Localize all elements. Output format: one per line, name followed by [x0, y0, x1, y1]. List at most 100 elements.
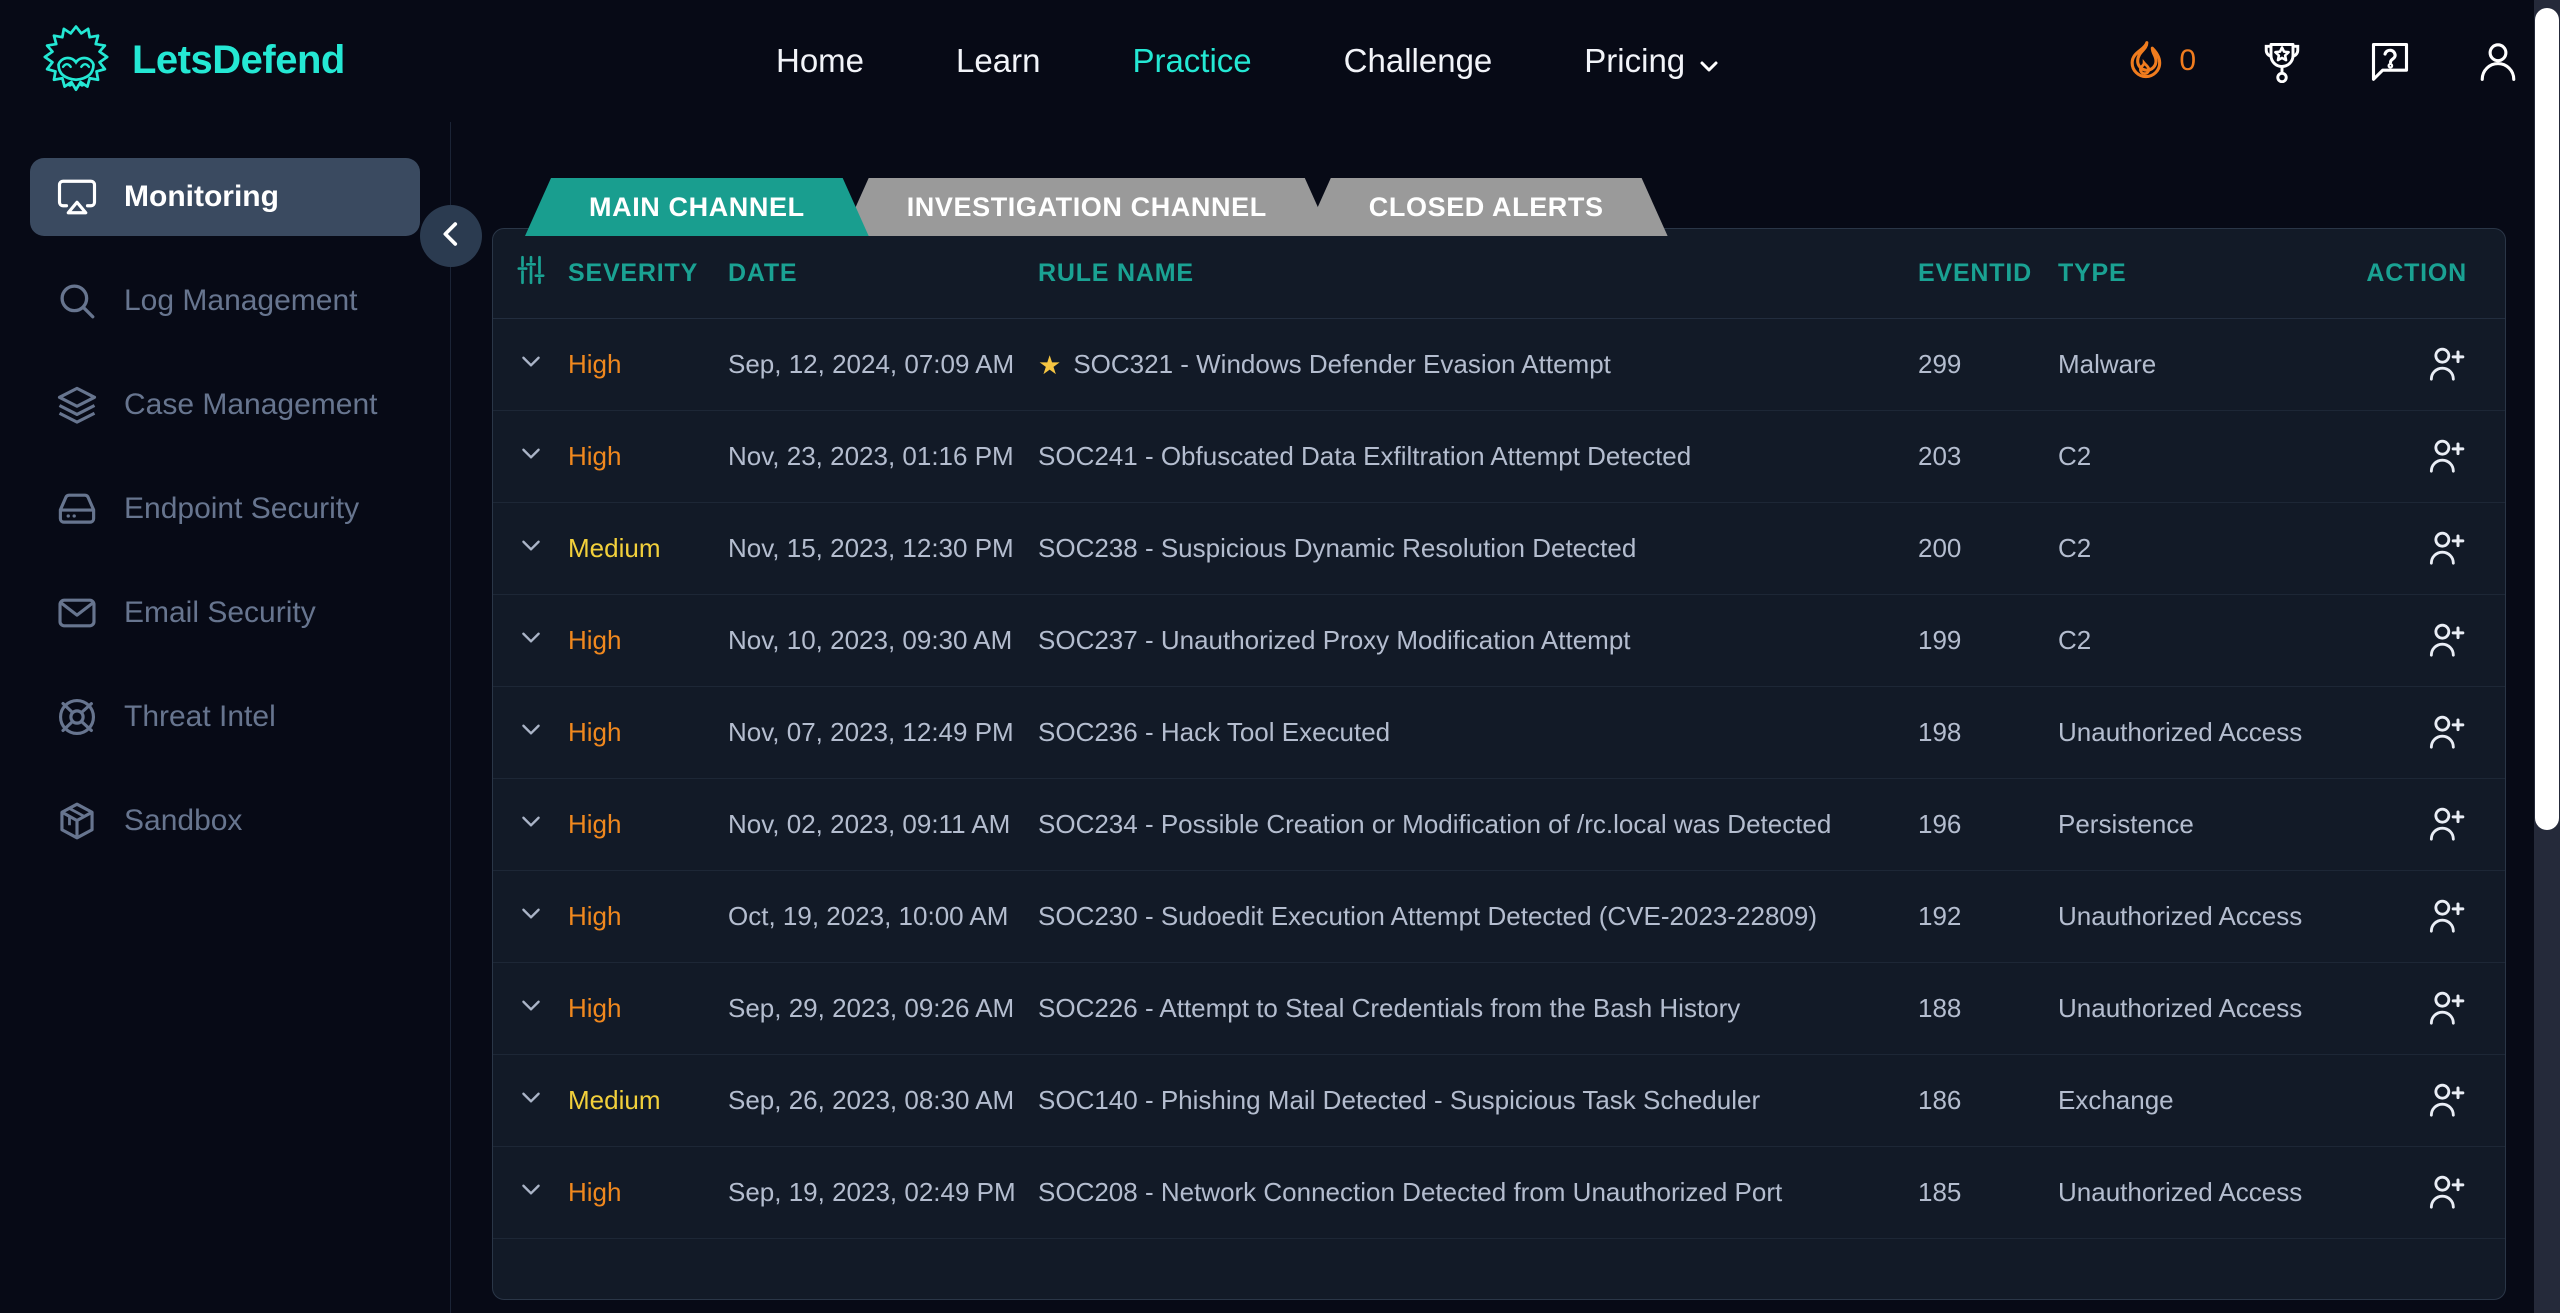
tab-closed-alerts[interactable]: CLOSED ALERTS [1305, 178, 1668, 236]
sidebar-item-threat-intel[interactable]: Threat Intel [30, 678, 420, 756]
nav-item-challenge[interactable]: Challenge [1298, 42, 1539, 80]
brand-name: LetsDefend [132, 37, 345, 82]
sidebar-item-log-management[interactable]: Log Management [30, 262, 420, 340]
chevron-down-icon [518, 992, 544, 1025]
letsdefend-mascot-logo-icon [38, 22, 114, 98]
tab-label: MAIN CHANNEL [589, 191, 805, 222]
cell-severity: High [568, 625, 622, 655]
nav-item-pricing[interactable]: Pricing [1538, 42, 1763, 80]
nav-item-learn[interactable]: Learn [910, 42, 1086, 80]
sidebar-item-monitoring[interactable]: Monitoring [30, 158, 420, 236]
cell-rule-name: SOC234 - Possible Creation or Modificati… [1038, 809, 1918, 840]
add-user-assign-icon[interactable] [2427, 805, 2467, 845]
table-header-row: SEVERITY DATE RULE NAME EVENTID TYPE ACT… [493, 229, 2505, 319]
column-header-rule-name[interactable]: RULE NAME [1038, 259, 1918, 288]
nav-item-label: Pricing [1584, 42, 1686, 79]
chevron-down-icon [518, 532, 544, 565]
column-header-action: ACTION [2366, 259, 2467, 287]
table-row[interactable]: High Nov, 02, 2023, 09:11 AM SOC234 - Poss… [493, 779, 2505, 871]
cell-eventid: 200 [1918, 533, 1962, 563]
tab-main-channel[interactable]: MAIN CHANNEL [525, 178, 869, 236]
row-expand-button[interactable] [493, 348, 568, 381]
column-header-severity[interactable]: SEVERITY [568, 259, 728, 288]
nav-item-label: Challenge [1343, 42, 1493, 79]
table-row[interactable]: High Nov, 07, 2023, 12:49 PM SOC236 - Hack… [493, 687, 2505, 779]
sidebar-item-label: Case Management [124, 388, 378, 421]
add-user-assign-icon[interactable] [2427, 529, 2467, 569]
cell-eventid: 192 [1918, 901, 1962, 931]
table-row[interactable]: High Sep, 12, 2024, 07:09 AM ★ SOC321 - Win… [493, 319, 2505, 411]
cell-type: C2 [2058, 441, 2092, 471]
column-header-date[interactable]: DATE [728, 259, 1038, 288]
table-row[interactable]: Medium Nov, 15, 2023, 12:30 PM SOC238 - Su… [493, 503, 2505, 595]
cell-severity: High [568, 717, 622, 747]
page-scrollbar-thumb[interactable] [2535, 8, 2559, 830]
cell-date: Nov, 15, 2023, 12:30 PM [728, 533, 1014, 563]
table-row[interactable]: High Sep, 29, 2023, 09:26 AM SOC226 - Atte… [493, 963, 2505, 1055]
sidebar-item-sandbox[interactable]: Sandbox [30, 782, 420, 860]
row-expand-button[interactable] [493, 532, 568, 565]
alerts-table-body: High Sep, 12, 2024, 07:09 AM ★ SOC321 - Win… [493, 319, 2505, 1239]
row-expand-button[interactable] [493, 900, 568, 933]
add-user-assign-icon[interactable] [2427, 437, 2467, 477]
streak-counter[interactable]: 0 [2123, 39, 2196, 83]
tab-investigation-channel[interactable]: INVESTIGATION CHANNEL [843, 178, 1331, 236]
alerts-panel: SEVERITY DATE RULE NAME EVENTID TYPE ACT… [492, 228, 2506, 1300]
filter-button[interactable] [493, 253, 568, 294]
table-row[interactable]: High Nov, 10, 2023, 09:30 AM SOC237 - Unau… [493, 595, 2505, 687]
row-expand-button[interactable] [493, 992, 568, 1025]
sidebar-item-label: Log Management [124, 284, 358, 317]
rule-name-text: SOC230 - Sudoedit Execution Attempt Dete… [1038, 901, 1817, 931]
add-user-assign-icon[interactable] [2427, 1081, 2467, 1121]
add-user-assign-icon[interactable] [2427, 621, 2467, 661]
rule-name-text: SOC234 - Possible Creation or Modificati… [1038, 809, 1832, 839]
starred-icon: ★ [1038, 349, 1062, 380]
sidebar-collapse-button[interactable] [420, 205, 482, 267]
column-header-eventid[interactable]: EVENTID [1918, 259, 2058, 288]
nav-item-home[interactable]: Home [730, 42, 910, 80]
tab-label: INVESTIGATION CHANNEL [906, 191, 1267, 222]
row-expand-button[interactable] [493, 624, 568, 657]
trophy-star-icon[interactable] [2260, 39, 2304, 84]
row-expand-button[interactable] [493, 808, 568, 841]
cell-type: C2 [2058, 533, 2092, 563]
table-row[interactable]: High Nov, 23, 2023, 01:16 PM SOC241 - Obfu… [493, 411, 2505, 503]
sidebar-item-label: Endpoint Security [124, 492, 360, 525]
row-expand-button[interactable] [493, 1084, 568, 1117]
row-expand-button[interactable] [493, 440, 568, 473]
cell-eventid: 186 [1918, 1085, 1962, 1115]
add-user-assign-icon[interactable] [2427, 713, 2467, 753]
question-speech-bubble-icon[interactable] [2368, 39, 2412, 83]
cell-action [2348, 529, 2505, 569]
table-row[interactable]: High Sep, 19, 2023, 02:49 PM SOC208 - Netw… [493, 1147, 2505, 1239]
user-account-icon[interactable] [2476, 39, 2520, 83]
column-header-type[interactable]: TYPE [2058, 259, 2348, 288]
sidebar-item-email-security[interactable]: Email Security [30, 574, 420, 652]
nav-item-practice[interactable]: Practice [1086, 42, 1297, 80]
table-row[interactable]: High Oct, 19, 2023, 10:00 AM SOC230 - Sudo… [493, 871, 2505, 963]
cell-type: C2 [2058, 625, 2092, 655]
cell-action [2348, 897, 2505, 937]
cell-rule-name: SOC226 - Attempt to Steal Credentials fr… [1038, 993, 1918, 1024]
page-scrollbar[interactable] [2534, 0, 2560, 1313]
rule-name-text: SOC140 - Phishing Mail Detected - Suspic… [1038, 1085, 1761, 1115]
left-sidebar: Monitoring Log Management Case Managemen… [0, 122, 451, 1313]
table-row[interactable]: Medium Sep, 26, 2023, 08:30 AM SOC140 - Ph… [493, 1055, 2505, 1147]
add-user-assign-icon[interactable] [2427, 989, 2467, 1029]
cell-type: Unauthorized Access [2058, 1177, 2303, 1207]
add-user-assign-icon[interactable] [2427, 1173, 2467, 1213]
cell-type: Unauthorized Access [2058, 717, 2303, 747]
row-expand-button[interactable] [493, 716, 568, 749]
cell-severity: High [568, 441, 622, 471]
sliders-filter-icon [514, 253, 548, 294]
add-user-assign-icon[interactable] [2427, 345, 2467, 385]
cell-type: Unauthorized Access [2058, 993, 2303, 1023]
cell-date: Nov, 07, 2023, 12:49 PM [728, 717, 1014, 747]
row-expand-button[interactable] [493, 1176, 568, 1209]
sidebar-item-endpoint-security[interactable]: Endpoint Security [30, 470, 420, 548]
cell-eventid: 185 [1918, 1177, 1962, 1207]
sidebar-item-case-management[interactable]: Case Management [30, 366, 420, 444]
rule-name-text: SOC241 - Obfuscated Data Exfiltration At… [1038, 441, 1692, 471]
brand-logo[interactable]: LetsDefend [38, 22, 345, 98]
add-user-assign-icon[interactable] [2427, 897, 2467, 937]
